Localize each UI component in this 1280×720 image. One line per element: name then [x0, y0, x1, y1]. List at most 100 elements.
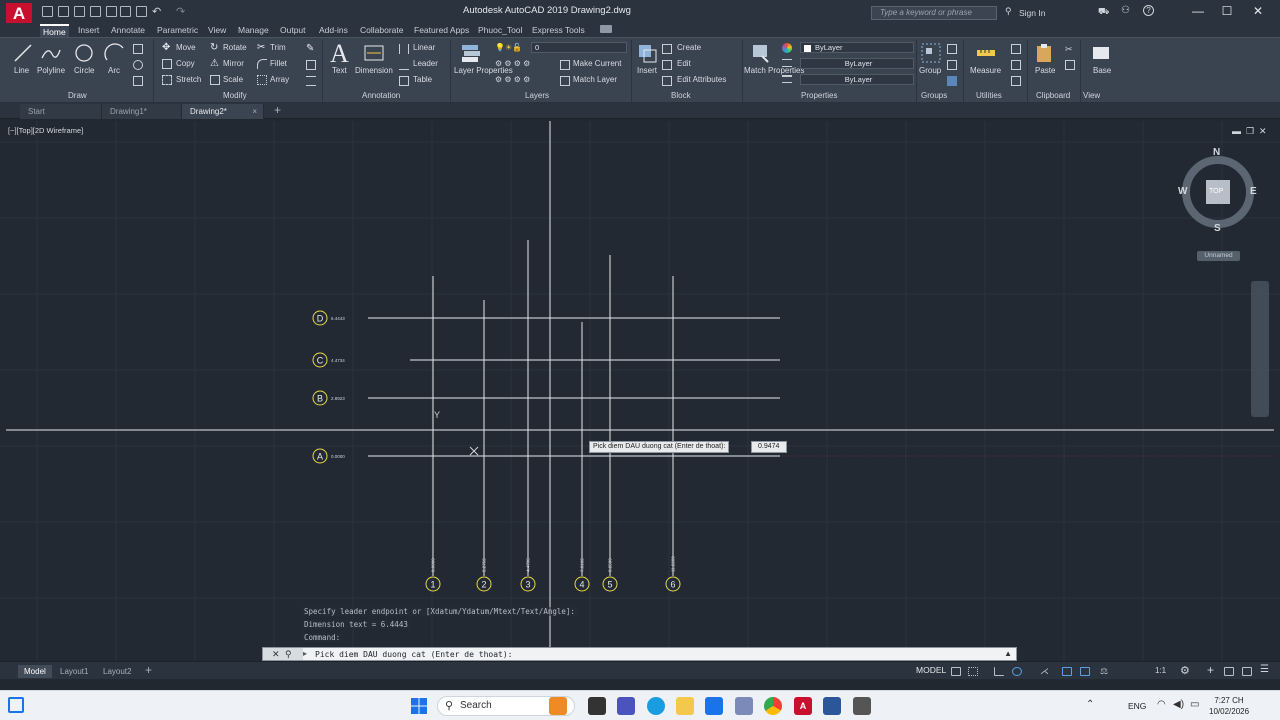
model-space-toggle[interactable]: MODEL: [916, 665, 946, 675]
command-customize-icon[interactable]: ⚲: [285, 649, 292, 660]
dynamic-input-value[interactable]: 0.9474: [751, 441, 787, 453]
match-properties-button[interactable]: Match Properties: [744, 66, 804, 75]
binoculars-icon[interactable]: ⚲: [1005, 6, 1012, 17]
save-as-icon[interactable]: [90, 6, 101, 17]
model-space[interactable]: D 6.4443 C 4.4734 B 2.8923 A 0.0000 1 0.0000 2 2.27…: [0, 121, 1280, 661]
undo-icon[interactable]: ↶: [152, 5, 161, 18]
text-button[interactable]: Text: [332, 66, 347, 75]
color-wheel-icon[interactable]: [782, 43, 792, 53]
offset-icon[interactable]: [306, 76, 316, 86]
id-point-icon[interactable]: [1011, 76, 1021, 86]
taskbar-explorer-icon[interactable]: [676, 697, 694, 715]
base-button[interactable]: Base: [1093, 66, 1111, 75]
polyline-icon[interactable]: [40, 42, 62, 64]
navigation-bar[interactable]: [1251, 281, 1269, 417]
layout-tab-layout2[interactable]: Layout2: [97, 665, 137, 678]
file-tab-start[interactable]: Start: [20, 104, 102, 119]
volume-icon[interactable]: ◀): [1173, 699, 1184, 710]
taskbar-settings-icon[interactable]: [735, 697, 753, 715]
tab-view[interactable]: View: [205, 24, 229, 37]
taskbar-chat-icon[interactable]: [617, 697, 635, 715]
layer-tools-icons-row2[interactable]: ⚙ ⚙ ⚙ ⚙: [495, 75, 530, 84]
command-line-handle[interactable]: [263, 648, 303, 660]
viewport-minimize-icon[interactable]: ▬: [1232, 126, 1241, 136]
polar-tracking-icon[interactable]: [1012, 667, 1022, 676]
utilities-panel-title[interactable]: Utilities: [976, 91, 1002, 100]
units-icon[interactable]: [1224, 667, 1234, 676]
annotation-scale[interactable]: 1:1: [1155, 666, 1166, 675]
taskbar-notepad-icon[interactable]: [823, 697, 841, 715]
hatch-icon[interactable]: [133, 76, 143, 86]
autocad-logo-icon[interactable]: A: [6, 3, 32, 25]
customization-icon[interactable]: ☰: [1260, 664, 1269, 675]
maximize-button[interactable]: ☐: [1212, 4, 1242, 18]
isolate-objects-icon[interactable]: [1242, 667, 1252, 676]
clipboard-panel-title[interactable]: Clipboard: [1036, 91, 1070, 100]
ucs-menu[interactable]: Unnamed: [1197, 251, 1240, 261]
sign-in-button[interactable]: Sign In: [1019, 8, 1045, 18]
quick-select-icon[interactable]: [1011, 44, 1021, 54]
dimension-button[interactable]: Dimension: [355, 66, 393, 75]
close-tab-icon[interactable]: ×: [252, 104, 257, 119]
linetype-icon[interactable]: [782, 59, 792, 67]
stretch-button[interactable]: Stretch: [176, 75, 201, 84]
ribbon-toggle-icon[interactable]: [600, 25, 612, 33]
groups-panel-title[interactable]: Groups: [921, 91, 947, 100]
lineweight-dropdown[interactable]: ByLayer: [800, 74, 914, 85]
grid-display-icon[interactable]: [951, 667, 961, 676]
copy-button[interactable]: Copy: [176, 59, 195, 68]
compass-south[interactable]: S: [1214, 223, 1221, 234]
close-button[interactable]: ✕: [1243, 4, 1273, 18]
measure-button[interactable]: Measure: [970, 66, 1001, 75]
taskbar-app-icon[interactable]: [853, 697, 871, 715]
taskbar-edge-icon[interactable]: [647, 697, 665, 715]
move-button[interactable]: Move: [176, 43, 196, 52]
calculator-icon[interactable]: [1011, 60, 1021, 70]
leader-button[interactable]: Leader: [413, 59, 438, 68]
windows-start-icon[interactable]: [410, 697, 428, 715]
insert-button[interactable]: Insert: [637, 66, 657, 75]
minimize-button[interactable]: —: [1183, 4, 1213, 18]
redo-icon[interactable]: ↷: [176, 5, 185, 18]
tab-parametric[interactable]: Parametric: [154, 24, 201, 37]
trim-button[interactable]: Trim: [270, 43, 286, 52]
object-snap-tracking-icon[interactable]: [1062, 667, 1072, 676]
view-panel-title[interactable]: View: [1083, 91, 1100, 100]
linear-button[interactable]: Linear: [413, 43, 435, 52]
object-snap-icon[interactable]: [1080, 667, 1090, 676]
viewport-controls[interactable]: [−][Top][2D Wireframe]: [8, 126, 83, 135]
mirror-button[interactable]: Mirror: [223, 59, 244, 68]
search-input[interactable]: Type a keyword or phrase: [871, 6, 997, 20]
group-select-icon[interactable]: [947, 76, 957, 86]
circle-button[interactable]: Circle: [74, 66, 94, 75]
array-button[interactable]: Array: [270, 75, 289, 84]
scale-button[interactable]: Scale: [223, 75, 243, 84]
help-icon[interactable]: ?: [1143, 5, 1154, 16]
taskbar-chrome-icon[interactable]: [764, 697, 782, 715]
rectangle-icon[interactable]: [133, 44, 143, 54]
command-input[interactable]: Pick diem DAU duong cat (Enter de thoat)…: [315, 650, 512, 659]
annotation-panel-title[interactable]: Annotation: [362, 91, 400, 100]
wifi-icon[interactable]: ◠: [1157, 699, 1166, 710]
tab-output[interactable]: Output: [277, 24, 309, 37]
line-icon[interactable]: [12, 42, 34, 64]
explode-icon[interactable]: [306, 60, 316, 70]
command-history-toggle-icon[interactable]: ▲: [1004, 649, 1012, 658]
polyline-button[interactable]: Polyline: [37, 66, 65, 75]
new-file-icon[interactable]: [42, 6, 53, 17]
linetype-dropdown[interactable]: ByLayer: [800, 58, 914, 69]
rotate-button[interactable]: Rotate: [223, 43, 247, 52]
annotation-monitor-icon[interactable]: +: [1207, 663, 1214, 677]
block-panel-title[interactable]: Block: [671, 91, 691, 100]
add-layout-icon[interactable]: +: [145, 663, 152, 677]
account-icon[interactable]: ⚇: [1121, 5, 1130, 16]
workspace-gear-icon[interactable]: ⚙: [1180, 664, 1190, 677]
make-current-button[interactable]: Make Current: [573, 59, 621, 68]
isodraft-icon[interactable]: ⋌: [1040, 667, 1050, 676]
input-language[interactable]: ENG: [1128, 701, 1146, 711]
new-tab-icon[interactable]: +: [274, 103, 281, 117]
open-web-icon[interactable]: [106, 6, 117, 17]
match-layer-button[interactable]: Match Layer: [573, 75, 617, 84]
tab-phuoc-tool[interactable]: Phuoc_Tool: [475, 24, 525, 37]
tab-express-tools[interactable]: Express Tools: [529, 24, 588, 37]
